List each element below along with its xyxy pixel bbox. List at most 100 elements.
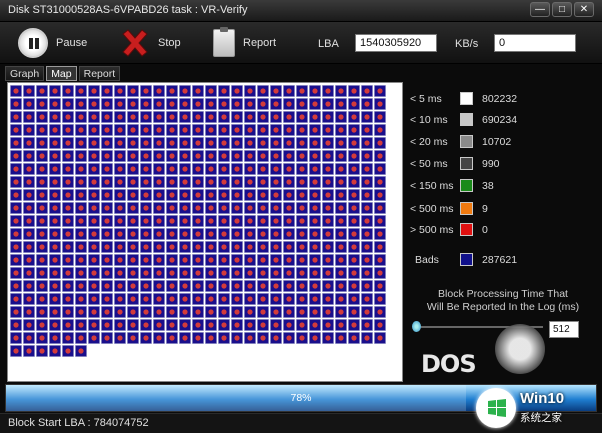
close-button[interactable]: ✕	[574, 2, 594, 17]
map-block-dot	[104, 101, 110, 107]
map-block-dot	[143, 192, 149, 198]
map-block-dot	[65, 127, 71, 133]
map-block-dot	[299, 283, 305, 289]
map-block-dot	[325, 88, 331, 94]
map-block-dot	[117, 88, 123, 94]
map-block-dot	[364, 101, 370, 107]
map-block-dot	[364, 166, 370, 172]
minimize-button[interactable]: —	[530, 2, 550, 17]
map-block-dot	[91, 309, 97, 315]
map-block-dot	[104, 140, 110, 146]
map-block-dot	[247, 205, 253, 211]
tab-graph[interactable]: Graph	[5, 66, 45, 81]
map-block-dot	[195, 205, 201, 211]
legend-label: < 50 ms	[410, 158, 448, 170]
map-block-dot	[39, 140, 45, 146]
map-block-dot	[273, 335, 279, 341]
map-block-dot	[247, 296, 253, 302]
map-block-dot	[13, 335, 19, 341]
tab-report[interactable]: Report	[78, 66, 121, 81]
legend-count: 802232	[482, 93, 518, 105]
legend-count: 9	[482, 203, 488, 215]
map-block-dot	[247, 322, 253, 328]
map-block-dot	[91, 205, 97, 211]
maximize-button[interactable]: □	[552, 2, 572, 17]
map-block-dot	[26, 296, 32, 302]
map-block-dot	[182, 322, 188, 328]
map-block-dot	[39, 296, 45, 302]
map-block-dot	[65, 322, 71, 328]
map-block-dot	[260, 218, 266, 224]
map-block-dot	[338, 140, 344, 146]
map-block-dot	[208, 127, 214, 133]
map-block-dot	[221, 166, 227, 172]
map-block-dot	[299, 179, 305, 185]
map-block-dot	[39, 205, 45, 211]
map-block-dot	[143, 114, 149, 120]
map-block-dot	[338, 283, 344, 289]
map-block-dot	[208, 283, 214, 289]
map-block-dot	[143, 309, 149, 315]
map-block-dot	[273, 88, 279, 94]
map-block-dot	[247, 153, 253, 159]
map-block-dot	[117, 101, 123, 107]
threshold-slider-thumb[interactable]	[412, 321, 421, 332]
map-block-dot	[156, 322, 162, 328]
map-block-dot	[65, 218, 71, 224]
lba-field[interactable]: 1540305920	[355, 34, 437, 52]
kbs-field[interactable]: 0	[494, 34, 576, 52]
map-block-dot	[156, 296, 162, 302]
map-block-dot	[234, 88, 240, 94]
map-block-dot	[39, 309, 45, 315]
map-block-dot	[91, 257, 97, 263]
map-block-dot	[273, 257, 279, 263]
map-block-dot	[377, 114, 383, 120]
threshold-value-field[interactable]: 512	[549, 321, 579, 338]
map-block-dot	[130, 101, 136, 107]
legend-swatch	[460, 223, 473, 236]
map-block-dot	[208, 335, 214, 341]
map-block-dot	[234, 283, 240, 289]
map-block-dot	[208, 153, 214, 159]
map-block-dot	[234, 192, 240, 198]
report-button[interactable]: Report	[213, 27, 276, 58]
map-block-dot	[130, 153, 136, 159]
map-block-dot	[117, 192, 123, 198]
map-block-dot	[338, 270, 344, 276]
map-block-dot	[195, 101, 201, 107]
map-block-dot	[52, 335, 58, 341]
map-block-dot	[247, 140, 253, 146]
map-block-dot	[260, 270, 266, 276]
map-block-dot	[208, 114, 214, 120]
map-block-dot	[377, 257, 383, 263]
map-block-dot	[351, 218, 357, 224]
pause-button[interactable]: Pause	[18, 28, 87, 58]
map-block-dot	[65, 335, 71, 341]
map-block-dot	[260, 335, 266, 341]
map-block-dot	[78, 127, 84, 133]
map-block-dot	[221, 309, 227, 315]
map-block-dot	[169, 179, 175, 185]
map-block-dot	[143, 244, 149, 250]
map-block-dot	[182, 244, 188, 250]
map-block-dot	[130, 88, 136, 94]
map-block-dot	[364, 244, 370, 250]
map-block-dot	[234, 114, 240, 120]
map-block-dot	[351, 257, 357, 263]
map-block-dot	[338, 244, 344, 250]
map-block-dot	[26, 257, 32, 263]
map-block-dot	[325, 322, 331, 328]
tab-map[interactable]: Map	[46, 66, 77, 81]
map-block-dot	[52, 101, 58, 107]
stop-button[interactable]: Stop	[120, 28, 181, 58]
map-block-dot	[143, 179, 149, 185]
map-block-dot	[52, 257, 58, 263]
legend-label: Bads	[415, 254, 439, 266]
map-block-dot	[156, 270, 162, 276]
legend-swatch	[460, 253, 473, 266]
map-block-dot	[312, 283, 318, 289]
map-block-dot	[234, 140, 240, 146]
map-block-dot	[104, 309, 110, 315]
map-block-dot	[52, 296, 58, 302]
map-block-dot	[130, 309, 136, 315]
